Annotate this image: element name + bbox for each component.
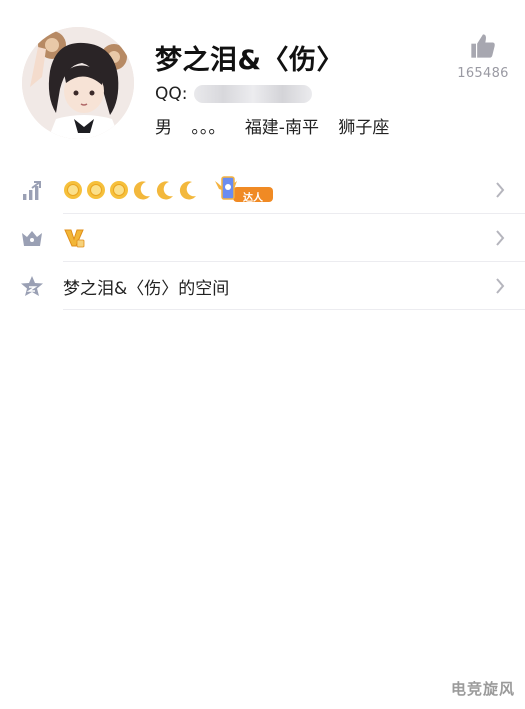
qq-label: QQ: [155,84,188,104]
avatar[interactable] [22,27,134,139]
location: 福建-南平 [244,118,319,138]
gold-v-badge-icon [64,229,85,248]
gender: 男 [155,118,172,138]
sun-badge-icon [110,181,128,199]
like-button[interactable]: 165486 [453,32,513,81]
chevron-right-icon [496,230,505,246]
watermark: 电竞旋风 [450,680,515,698]
talent-label: 达人 [243,193,263,204]
level-badges: 达人 [63,166,275,214]
thumbs-up-icon [471,34,495,58]
like-count: 165486 [457,66,509,81]
star-icon [21,276,43,296]
chevron-right-icon [496,278,505,294]
divider [63,309,525,310]
profile-info: 男 。。。 福建-南平 狮子座 [155,113,403,138]
sun-badge-icon [64,181,82,199]
vip-crown-icon [22,231,42,246]
qq-number-row: QQ: [155,84,312,104]
qq-number-redacted [193,85,312,103]
status-text: 。。。 [191,118,226,138]
moon-badge-icon [179,181,196,200]
qzone-row[interactable]: 梦之泪&〈伤〉的空间 [0,262,525,310]
level-row[interactable]: 达人 [0,166,525,214]
level-icon [23,181,41,200]
sun-badge-icon [87,181,105,199]
vip-row[interactable] [0,214,525,262]
zodiac: 狮子座 [338,118,390,138]
qzone-label: 梦之泪&〈伤〉的空间 [63,278,230,299]
chevron-right-icon [496,182,505,198]
profile-header: 梦之泪&〈伤〉 QQ: 男 。。。 福建-南平 狮子座 165486 [0,0,525,160]
vip-badges [63,214,88,262]
talent-badge: 达人 [213,175,275,205]
moon-badge-icon [133,181,150,200]
profile-name: 梦之泪&〈伤〉 [155,45,345,76]
moon-badge-icon [156,181,173,200]
